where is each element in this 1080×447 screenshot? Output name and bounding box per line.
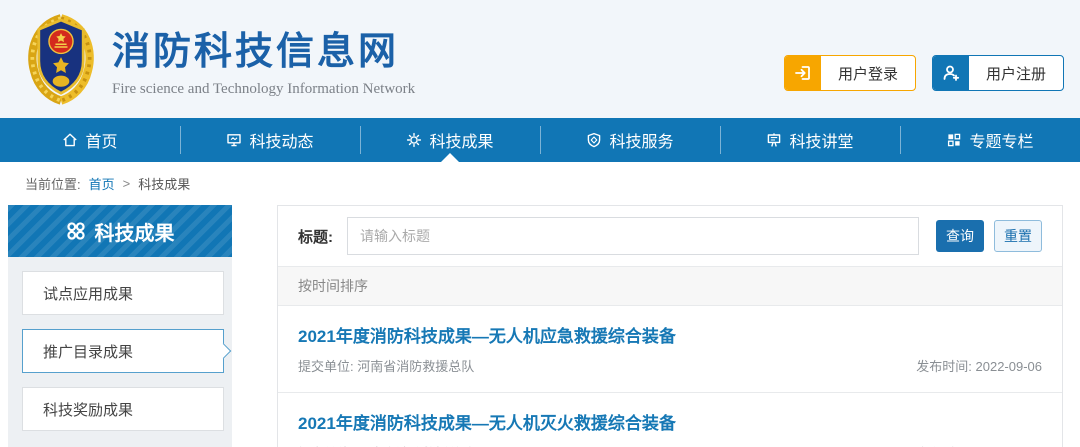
breadcrumb-home-link[interactable]: 首页 xyxy=(89,174,115,193)
nav-label: 科技动态 xyxy=(249,128,313,152)
result-meta: 提交单位: 河南省消防救援总队 发布时间: 2022-09-06 xyxy=(298,443,1042,447)
sidebar: 科技成果 试点应用成果 推广目录成果 科技奖励成果 xyxy=(8,205,232,447)
breadcrumb-prefix: 当前位置: xyxy=(25,174,81,193)
sidebar-item-label: 推广目录成果 xyxy=(43,341,133,362)
four-circles-icon xyxy=(66,221,86,241)
result-title-link[interactable]: 2021年度消防科技成果—无人机应急救援综合装备 xyxy=(298,322,1042,347)
nav-item-tech-news[interactable]: 科技动态 xyxy=(180,118,360,162)
monitor-icon xyxy=(226,132,242,148)
breadcrumb-separator: > xyxy=(123,176,131,191)
submitter-value: 河南省消防救援总队 xyxy=(357,359,474,374)
nav-item-tech-achievements[interactable]: 科技成果 xyxy=(360,118,540,162)
nav-label: 首页 xyxy=(85,128,117,152)
site-title: 消防科技信息网 xyxy=(112,20,415,75)
submitter-label: 提交单位: xyxy=(298,359,354,374)
nav-label: 科技成果 xyxy=(429,128,493,152)
login-icon xyxy=(785,56,821,90)
result-publish-date: 发布时间: 2022-09-06 xyxy=(916,356,1042,375)
result-submitter: 提交单位: 河南省消防救援总队 xyxy=(298,356,474,375)
publish-label: 发布时间: xyxy=(916,359,972,374)
search-bar: 标题: 查询 重置 xyxy=(278,206,1062,266)
fire-service-emblem-logo xyxy=(24,11,98,107)
user-login-button[interactable]: 用户登录 xyxy=(784,55,916,91)
sidebar-item-promotion-catalog[interactable]: 推广目录成果 xyxy=(22,329,224,373)
publish-date-value: 2022-09-06 xyxy=(976,359,1043,374)
register-icon xyxy=(933,56,969,90)
nav-item-tech-lectures[interactable]: 科技讲堂 xyxy=(720,118,900,162)
sidebar-item-tech-awards[interactable]: 科技奖励成果 xyxy=(22,387,224,431)
reset-button[interactable]: 重置 xyxy=(994,220,1042,252)
breadcrumb: 当前位置: 首页 > 科技成果 xyxy=(0,162,1080,205)
result-item: 2021年度消防科技成果—无人机灭火救援综合装备 提交单位: 河南省消防救援总队… xyxy=(278,392,1062,447)
result-submitter: 提交单位: 河南省消防救援总队 xyxy=(298,443,474,447)
breadcrumb-current: 科技成果 xyxy=(138,174,190,193)
main-nav: 首页 科技动态 科技成果 科技服务 科技讲堂 xyxy=(0,118,1080,162)
nav-item-home[interactable]: 首页 xyxy=(0,118,180,162)
result-item: 2021年度消防科技成果—无人机应急救援综合装备 提交单位: 河南省消防救援总队… xyxy=(278,306,1062,392)
gear-icon xyxy=(406,132,422,148)
content-area: 科技成果 试点应用成果 推广目录成果 科技奖励成果 标题: 查询 重置 按时间排… xyxy=(0,205,1080,447)
sidebar-item-pilot-application[interactable]: 试点应用成果 xyxy=(22,271,224,315)
title-search-input[interactable] xyxy=(347,217,919,255)
brand: 消防科技信息网 Fire science and Technology Info… xyxy=(112,20,415,98)
nav-label: 专题专栏 xyxy=(969,128,1033,152)
shield-badge-icon xyxy=(586,132,602,148)
result-meta: 提交单位: 河南省消防救援总队 发布时间: 2022-09-06 xyxy=(298,356,1042,375)
nav-label: 科技服务 xyxy=(609,128,673,152)
register-label: 用户注册 xyxy=(969,56,1063,90)
nav-label: 科技讲堂 xyxy=(789,128,853,152)
lecture-board-icon xyxy=(766,132,782,148)
main-panel: 标题: 查询 重置 按时间排序 2021年度消防科技成果—无人机应急救援综合装备… xyxy=(277,205,1063,447)
title-field-label: 标题: xyxy=(298,226,333,247)
sidebar-title: 科技成果 xyxy=(95,217,175,246)
site-subtitle: Fire science and Technology Information … xyxy=(112,81,415,98)
site-header: 消防科技信息网 Fire science and Technology Info… xyxy=(0,0,1080,118)
result-publish-date: 发布时间: 2022-09-06 xyxy=(916,443,1042,447)
sidebar-item-label: 科技奖励成果 xyxy=(43,399,133,420)
sidebar-header: 科技成果 xyxy=(8,205,232,257)
sort-label: 按时间排序 xyxy=(298,276,368,296)
header-actions: 用户登录 用户注册 xyxy=(784,55,1064,91)
home-icon xyxy=(62,132,78,148)
query-button[interactable]: 查询 xyxy=(936,220,984,252)
result-title-link[interactable]: 2021年度消防科技成果—无人机灭火救援综合装备 xyxy=(298,409,1042,434)
user-register-button[interactable]: 用户注册 xyxy=(932,55,1064,91)
grid-icon xyxy=(946,132,962,148)
login-label: 用户登录 xyxy=(821,56,915,90)
nav-item-special-columns[interactable]: 专题专栏 xyxy=(900,118,1080,162)
sidebar-item-label: 试点应用成果 xyxy=(43,283,133,304)
nav-item-tech-services[interactable]: 科技服务 xyxy=(540,118,720,162)
sort-bar: 按时间排序 xyxy=(278,266,1062,306)
